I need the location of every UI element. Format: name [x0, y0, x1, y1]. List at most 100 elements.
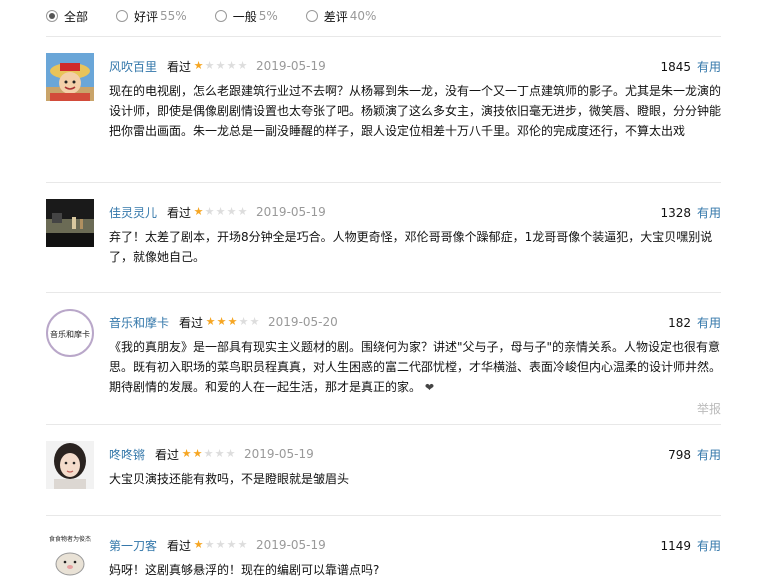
- avatar[interactable]: 音乐和摩卡: [46, 309, 94, 357]
- filter-neutral[interactable]: 一般 5%: [214, 8, 278, 25]
- filter-positive[interactable]: 好评 55%: [116, 8, 187, 25]
- star-icon: ★: [225, 447, 236, 460]
- radio-icon[interactable]: [116, 10, 129, 22]
- username-link[interactable]: 音乐和摩卡: [109, 314, 169, 331]
- star-icon: ★: [192, 447, 203, 460]
- radio-icon[interactable]: [305, 10, 318, 22]
- star-icon: ★: [215, 205, 226, 218]
- useful-button[interactable]: 有用: [697, 204, 721, 221]
- star-icon: ★: [193, 205, 204, 218]
- comment-item: 风吹百里 看过 ★ ★ ★ ★ ★ 2019-05-19 1845 有用 现在的电视剧，…: [46, 36, 721, 167]
- avatar[interactable]: 食食物者为俊杰: [46, 532, 94, 580]
- username-link[interactable]: 佳灵灵儿: [109, 204, 157, 221]
- avatar-logo-text: 音乐和摩卡: [50, 329, 90, 339]
- useful-button[interactable]: 有用: [697, 58, 721, 75]
- comment-header: 佳灵灵儿 看过 ★ ★ ★ ★ ★ 2019-05-19 1328 有用: [109, 204, 721, 220]
- filter-percent: 5%: [258, 9, 278, 23]
- rating-stars: ★ ★ ★ ★ ★: [193, 206, 248, 218]
- star-icon: ★: [226, 59, 237, 72]
- filter-label: 好评: [134, 9, 159, 24]
- comment-date: 2019-05-20: [268, 315, 338, 329]
- rating-stars: ★ ★ ★ ★ ★: [205, 316, 260, 328]
- watch-status: 看过: [155, 447, 180, 462]
- star-icon: ★: [204, 205, 215, 218]
- comment-text: 《我的真朋友》是一部具有现实主义题材的剧。围绕何为家？讲述"父与子，母与子"的亲…: [109, 337, 721, 398]
- comment-item: 音乐和摩卡 音乐和摩卡 看过 ★ ★ ★ ★ ★ 2019-05-20 182 有用 《…: [46, 292, 721, 423]
- avatar[interactable]: [46, 53, 94, 101]
- comment-text: 妈呀！这剧真够悬浮的！现在的编剧可以靠谱点吗?: [109, 563, 380, 577]
- avatar-image: [46, 441, 94, 489]
- comment-header: 咚咚锵 看过 ★ ★ ★ ★ ★ 2019-05-19 798 有用: [109, 446, 721, 462]
- comment-item: 咚咚锵 看过 ★ ★ ★ ★ ★ 2019-05-19 798 有用 大宝贝演技还能有救…: [46, 424, 721, 525]
- username-link[interactable]: 第一刀客: [109, 537, 157, 554]
- comment-header: 音乐和摩卡 看过 ★ ★ ★ ★ ★ 2019-05-20 182 有用: [109, 314, 721, 330]
- filter-all[interactable]: 全部: [46, 8, 88, 25]
- comment-item: 食食物者为俊杰 第一刀客 看过 ★ ★ ★ ★ ★ 2019-05-19 1149 有用…: [46, 515, 721, 587]
- username-link[interactable]: 风吹百里: [109, 58, 157, 75]
- star-icon: ★: [204, 59, 215, 72]
- star-icon: ★: [237, 59, 248, 72]
- comment-text: 大宝贝演技还能有救吗，不是瞪眼就是皱眉头: [109, 472, 350, 486]
- avatar-logo-text: 食食物者为俊杰: [49, 535, 91, 543]
- star-icon: ★: [203, 447, 214, 460]
- star-icon: ★: [193, 538, 204, 551]
- report-link[interactable]: 举报: [697, 400, 721, 417]
- vote-count: 182: [668, 315, 691, 330]
- avatar-image: [46, 199, 94, 247]
- radio-icon[interactable]: [214, 10, 227, 22]
- vote-area: 1845 有用: [660, 58, 721, 75]
- star-icon: ★: [216, 315, 227, 328]
- avatar-image: [46, 53, 94, 101]
- vote-area: 1328 有用: [660, 204, 721, 221]
- filter-label: 一般: [232, 9, 257, 24]
- vote-count: 1149: [660, 538, 691, 553]
- comment-header: 第一刀客 看过 ★ ★ ★ ★ ★ 2019-05-19 1149 有用: [109, 537, 721, 553]
- heart-icon: ❤: [424, 381, 435, 394]
- filter-label: 差评: [323, 9, 348, 24]
- vote-area: 1149 有用: [660, 537, 721, 554]
- comment-text-body: 《我的真朋友》是一部具有现实主义题材的剧。围绕何为家？讲述"父与子，母与子"的亲…: [109, 340, 722, 394]
- vote-count: 1328: [660, 205, 691, 220]
- comment-header: 风吹百里 看过 ★ ★ ★ ★ ★ 2019-05-19 1845 有用: [109, 58, 721, 74]
- filter-label: 全部: [64, 9, 89, 24]
- rating-stars: ★ ★ ★ ★ ★: [193, 539, 248, 551]
- filter-percent: 40%: [349, 9, 377, 23]
- star-icon: ★: [226, 538, 237, 551]
- watch-status: 看过: [167, 538, 192, 553]
- comment-text: 弃了！太差了剧本，开场8分钟全是巧合。人物更奇怪，邓伦哥哥像个躁郁症，1龙哥哥像…: [109, 230, 713, 264]
- comment-date: 2019-05-19: [244, 447, 314, 461]
- star-icon: ★: [215, 59, 226, 72]
- radio-icon[interactable]: [46, 10, 58, 22]
- vote-count: 1845: [660, 59, 691, 74]
- avatar-image: 食食物者为俊杰: [46, 532, 94, 580]
- star-icon: ★: [237, 205, 248, 218]
- useful-button[interactable]: 有用: [697, 446, 721, 463]
- avatar[interactable]: [46, 441, 94, 489]
- filter-negative[interactable]: 差评 40%: [305, 8, 377, 25]
- comment-date: 2019-05-19: [256, 205, 326, 219]
- rating-stars: ★ ★ ★ ★ ★: [193, 60, 248, 72]
- comment-date: 2019-05-19: [256, 538, 326, 552]
- star-icon: ★: [238, 315, 249, 328]
- comment-item: 佳灵灵儿 看过 ★ ★ ★ ★ ★ 2019-05-19 1328 有用 弃了！太差了剧…: [46, 182, 721, 293]
- avatar[interactable]: [46, 199, 94, 247]
- vote-count: 798: [668, 447, 691, 462]
- vote-area: 798 有用: [668, 446, 721, 463]
- vote-area: 182 有用: [668, 314, 721, 331]
- star-icon: ★: [249, 315, 260, 328]
- filter-percent: 55%: [160, 9, 187, 23]
- useful-button[interactable]: 有用: [697, 314, 721, 331]
- star-icon: ★: [205, 315, 216, 328]
- star-icon: ★: [237, 538, 248, 551]
- avatar-image: 音乐和摩卡: [46, 309, 94, 357]
- watch-status: 看过: [167, 59, 192, 74]
- watch-status: 看过: [167, 205, 192, 220]
- username-link[interactable]: 咚咚锵: [109, 446, 145, 463]
- star-icon: ★: [204, 538, 215, 551]
- star-icon: ★: [214, 447, 225, 460]
- star-icon: ★: [181, 447, 192, 460]
- rating-filter-bar: 全部 好评 55% 一般 5% 差评 40%: [46, 6, 404, 26]
- star-icon: ★: [227, 315, 238, 328]
- star-icon: ★: [215, 538, 226, 551]
- useful-button[interactable]: 有用: [697, 537, 721, 554]
